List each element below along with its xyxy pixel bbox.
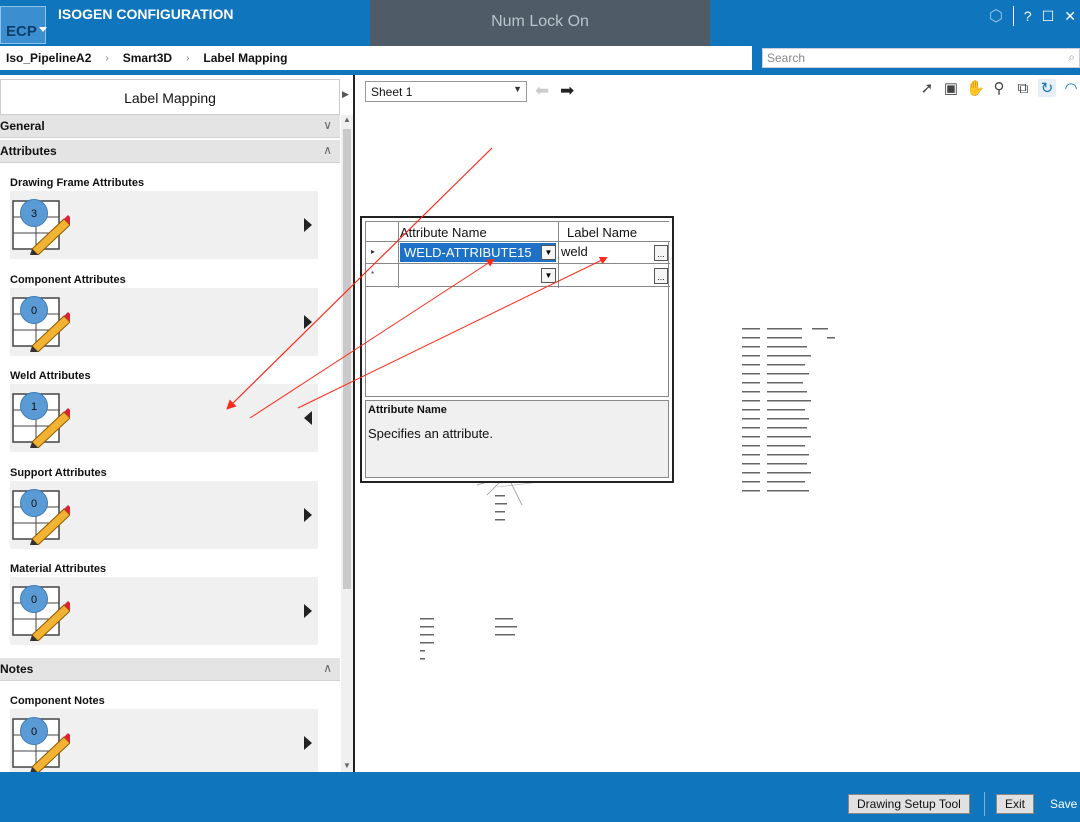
breadcrumb-item-label-mapping[interactable]: Label Mapping <box>203 51 287 65</box>
count-badge: 3 <box>20 199 48 227</box>
attr-title-support: Support Attributes <box>10 467 107 479</box>
attr-title-material: Material Attributes <box>10 563 107 575</box>
help-title: Attribute Name <box>368 404 447 416</box>
count-badge: 1 <box>20 392 48 420</box>
attr-card-support[interactable]: 0 <box>10 481 318 549</box>
col-attribute-name[interactable]: Attribute Name <box>400 225 487 240</box>
ellipsis-button[interactable]: ... <box>654 245 668 261</box>
play-arrow-icon[interactable] <box>304 315 312 329</box>
help-panel: Attribute Name Specifies an attribute. <box>365 400 669 478</box>
attribute-dropdown-button[interactable]: ▼ <box>541 268 556 283</box>
scroll-down-icon[interactable]: ▼ <box>343 761 351 770</box>
new-row-marker: * <box>371 270 375 279</box>
section-notes-label: Notes <box>0 662 34 676</box>
app-logo[interactable]: ECP <box>0 6 47 44</box>
play-arrow-icon[interactable] <box>304 736 312 750</box>
breadcrumb-bar: Iso_PipelineA2 › Smart3D › Label Mapping… <box>0 46 1080 70</box>
app-logo-text: ECP <box>6 23 37 40</box>
breadcrumb-chevron-icon: › <box>105 52 109 64</box>
footer-separator <box>984 792 985 816</box>
help-description: Specifies an attribute. <box>368 426 494 441</box>
search-placeholder: Search <box>767 51 806 65</box>
play-arrow-icon[interactable] <box>304 218 312 232</box>
drawing-setup-tool-button[interactable]: Drawing Setup Tool <box>848 794 970 814</box>
left-panel: Label Mapping ▶ General ∨ Attributes ∧ D… <box>0 75 355 772</box>
section-general-label: General <box>0 119 45 133</box>
breadcrumb-item-smart3d[interactable]: Smart3D <box>123 51 172 65</box>
attr-title-component-notes: Component Notes <box>10 695 105 707</box>
section-general[interactable]: General ∨ <box>0 115 340 138</box>
mapping-grid: Attribute Name Label Name ▸ WELD-ATTRIBU… <box>365 221 670 397</box>
label-name-cell[interactable]: weld <box>561 244 588 259</box>
help-button[interactable]: ? <box>1024 8 1032 24</box>
count-badge: 0 <box>20 489 48 517</box>
attribute-dropdown-button[interactable]: ▼ <box>541 245 556 260</box>
attribute-name-cell[interactable]: WELD-ATTRIBUTE15 <box>400 243 556 262</box>
label-mapping-dialog: Attribute Name Label Name ▸ WELD-ATTRIBU… <box>360 216 674 483</box>
row-current-marker: ▸ <box>371 247 376 256</box>
panel-collapse-icon[interactable]: ▶ <box>342 89 349 100</box>
ellipsis-button[interactable]: ... <box>654 268 668 284</box>
col-label-name[interactable]: Label Name <box>567 225 637 240</box>
play-arrow-icon[interactable] <box>304 604 312 618</box>
attr-card-component-notes[interactable]: 0 <box>10 709 318 772</box>
attr-card-weld[interactable]: 1 <box>10 384 318 452</box>
drawing-viewer: Sheet 1 ▼ ⬅ ➡ ➚ ▣ ✋ ⚲ ⧉ ↻ ◠ Attribute Na… <box>357 75 1080 772</box>
title-bar: ECP ISOGEN CONFIGURATION Num Lock On ⬡ ?… <box>0 0 1080 54</box>
save-button[interactable]: Save <box>1042 794 1080 814</box>
close-icon[interactable]: ✕ <box>1064 8 1076 25</box>
attr-title-weld: Weld Attributes <box>10 370 91 382</box>
attr-card-material[interactable]: 0 <box>10 577 318 645</box>
attr-title-drawing-frame: Drawing Frame Attributes <box>10 177 145 189</box>
attribute-name-cell[interactable] <box>400 266 556 285</box>
attr-card-component[interactable]: 0 <box>10 288 318 356</box>
search-input[interactable]: Search ⌕ <box>762 48 1080 68</box>
table-row[interactable]: * ▼ ... <box>366 265 670 287</box>
chevron-up-icon: ∧ <box>323 143 332 157</box>
scrollbar-thumb[interactable] <box>343 129 351 589</box>
count-badge: 0 <box>20 585 48 613</box>
scroll-up-icon[interactable]: ▲ <box>343 115 351 124</box>
section-notes[interactable]: Notes ∧ <box>0 658 340 681</box>
breadcrumb-chevron-icon: › <box>186 52 190 64</box>
count-badge: 0 <box>20 717 48 745</box>
chevron-down-icon: ∨ <box>323 118 332 132</box>
breadcrumb-item-pipeline[interactable]: Iso_PipelineA2 <box>6 51 91 65</box>
app-title: ISOGEN CONFIGURATION <box>58 6 234 22</box>
count-badge: 0 <box>20 296 48 324</box>
titlebar-separator <box>1012 6 1014 26</box>
attr-card-drawing-frame[interactable]: 3 <box>10 191 318 259</box>
chevron-up-icon: ∧ <box>323 661 332 675</box>
section-attributes-label: Attributes <box>0 144 57 158</box>
panel-title: Label Mapping <box>0 79 340 115</box>
cube-icon[interactable]: ⬡ <box>989 6 1003 26</box>
exit-button[interactable]: Exit <box>996 794 1035 814</box>
attr-title-component: Component Attributes <box>10 274 126 286</box>
grid-header: Attribute Name Label Name <box>366 222 670 288</box>
play-arrow-icon[interactable] <box>304 508 312 522</box>
footer-bar: Drawing Setup Tool Exit Save <box>0 772 1080 822</box>
table-row[interactable]: ▸ WELD-ATTRIBUTE15 ▼ weld ... <box>366 242 670 264</box>
breadcrumb: Iso_PipelineA2 › Smart3D › Label Mapping <box>0 46 752 70</box>
search-icon[interactable]: ⌕ <box>1068 50 1075 65</box>
maximize-icon[interactable]: ☐ <box>1042 8 1055 25</box>
collapse-arrow-icon[interactable] <box>304 411 312 425</box>
section-attributes[interactable]: Attributes ∧ <box>0 140 340 163</box>
logo-menu-chevron-icon <box>39 27 47 32</box>
window-controls: ⬡ ? ☐ ✕ <box>989 6 1076 26</box>
left-scrollbar[interactable]: ▲ ▼ <box>341 115 353 772</box>
